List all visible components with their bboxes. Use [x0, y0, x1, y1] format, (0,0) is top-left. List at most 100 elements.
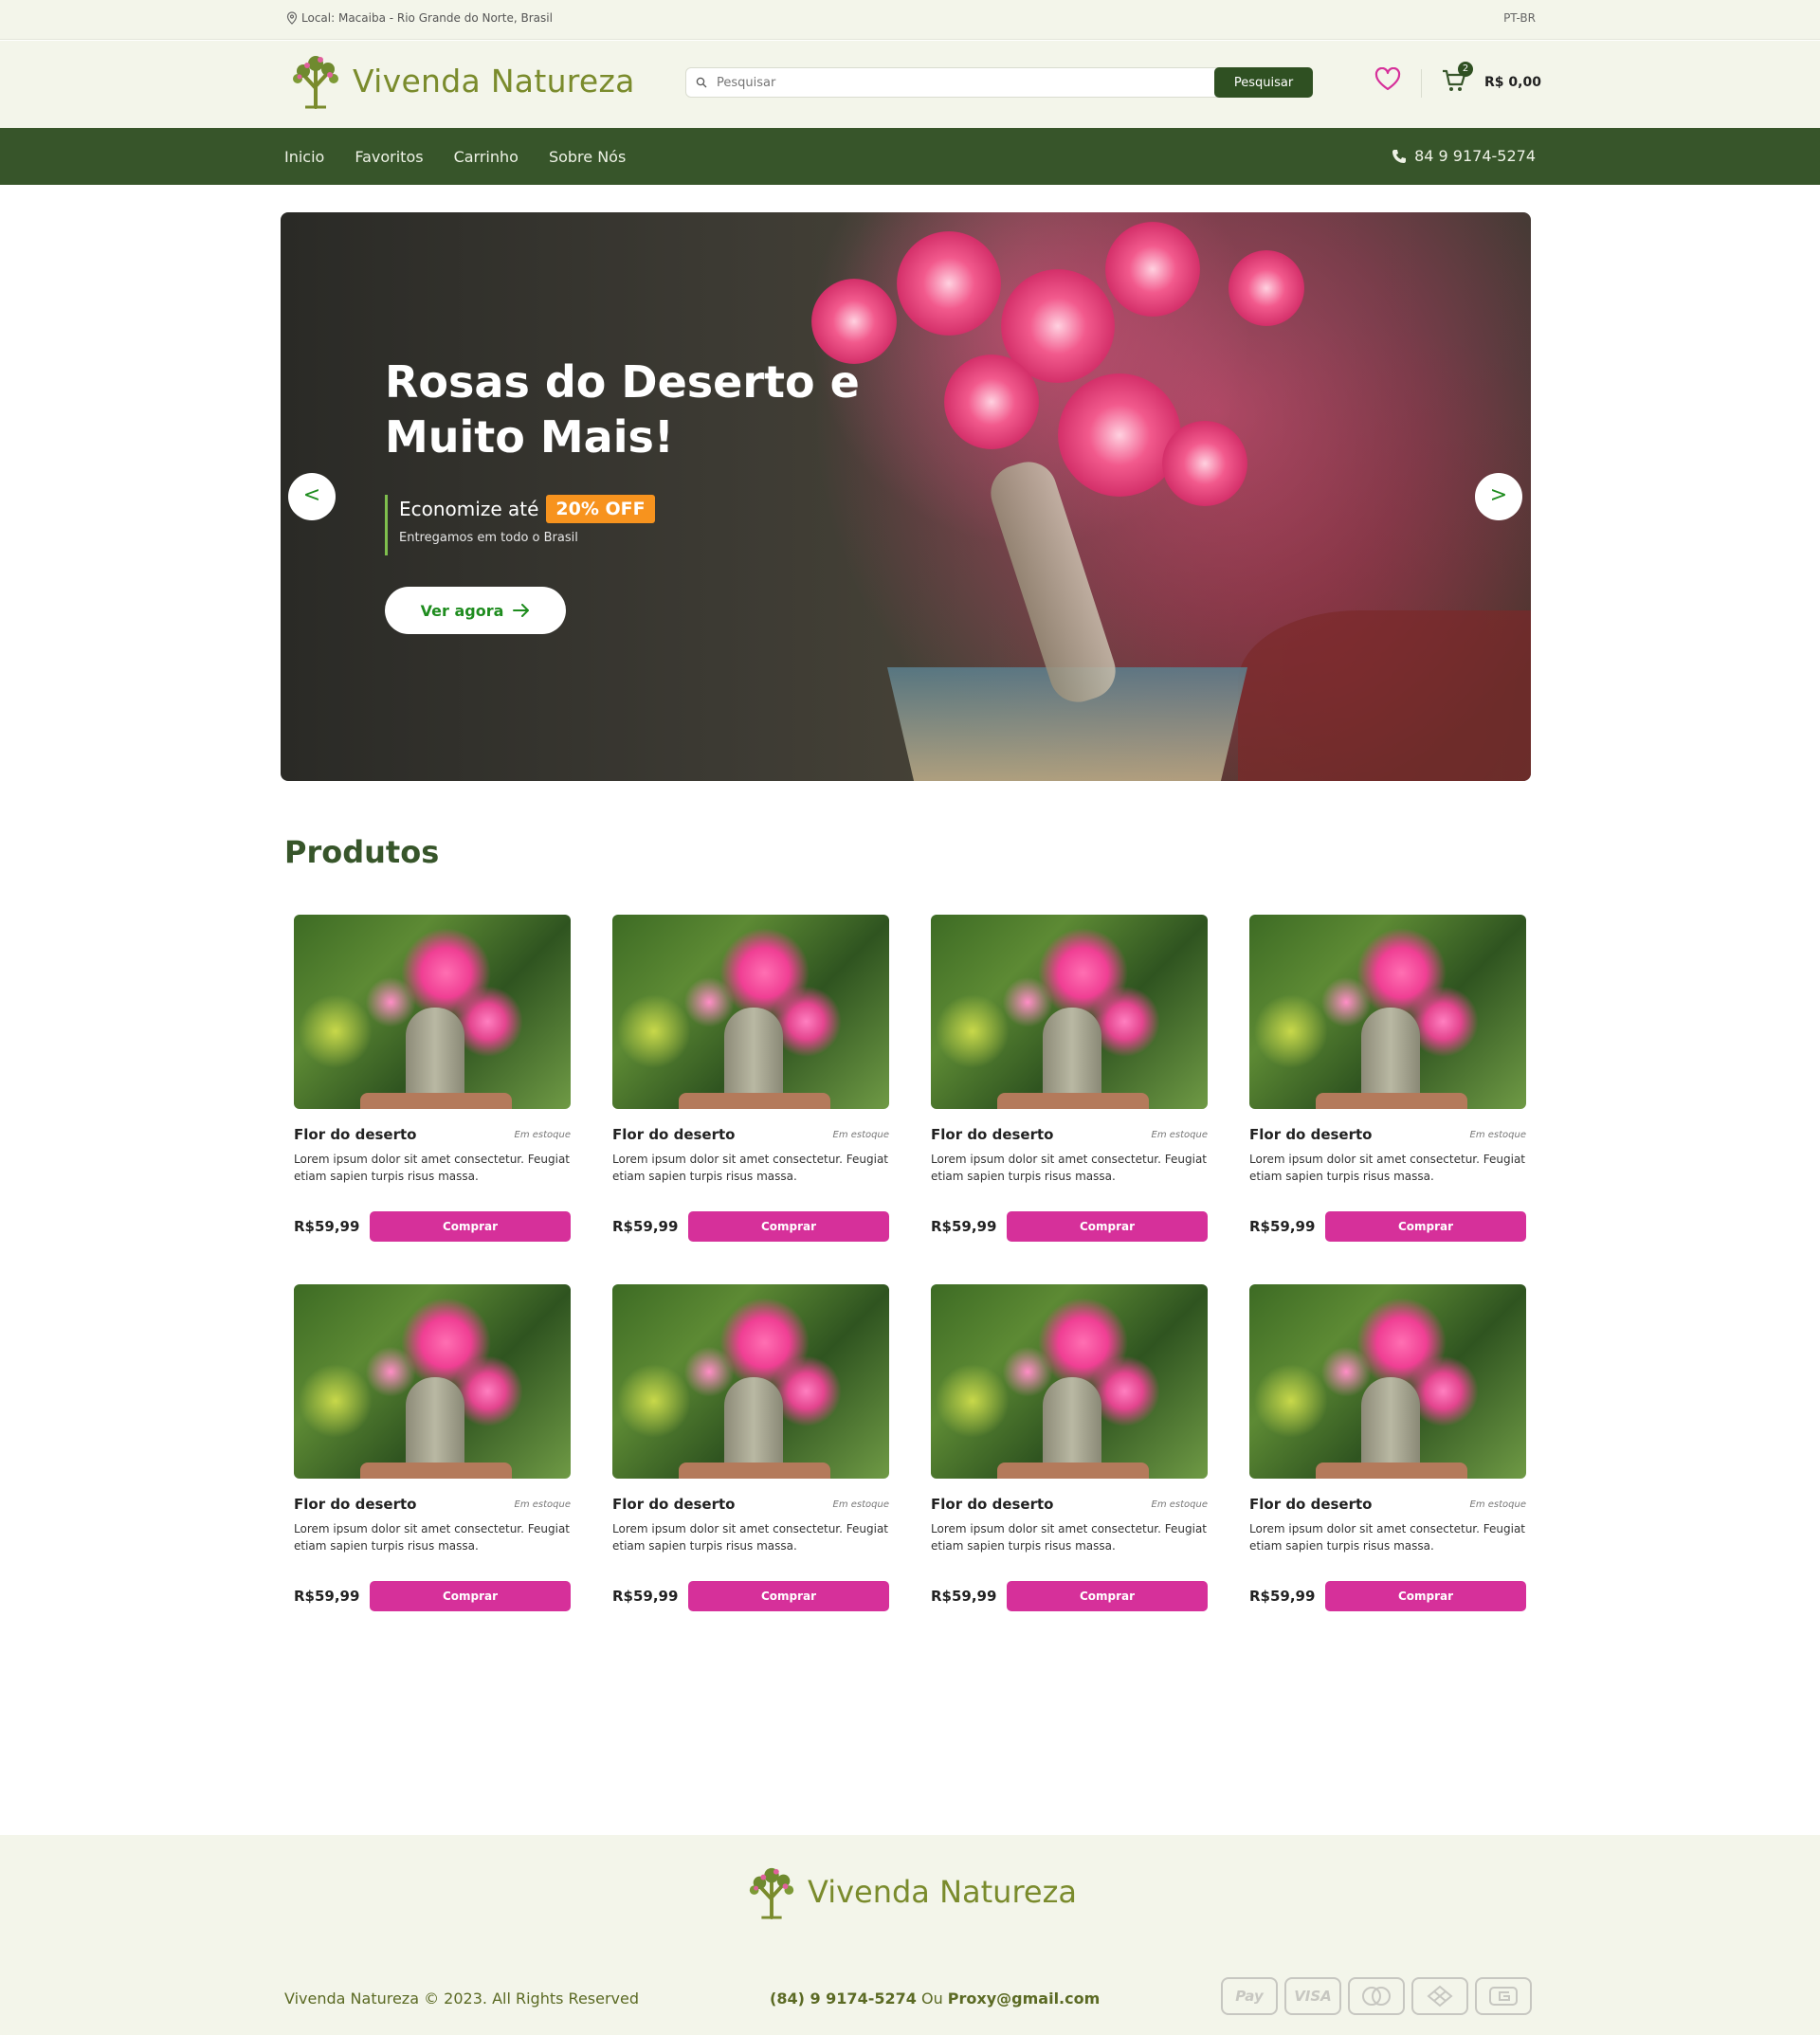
stock-status: Em estoque [832, 1499, 889, 1510]
hero-flower [1162, 421, 1247, 506]
search-button[interactable]: Pesquisar [1214, 67, 1313, 98]
cta-label: Ver agora [420, 601, 504, 620]
product-description: Lorem ipsum dolor sit amet consectetur. … [612, 1522, 888, 1553]
product-description: Lorem ipsum dolor sit amet consectetur. … [1249, 1522, 1525, 1553]
product-description: Lorem ipsum dolor sit amet consectetur. … [931, 1522, 1207, 1553]
product-image[interactable] [294, 915, 571, 1109]
divider [1421, 69, 1422, 98]
products-title: Produtos [284, 834, 440, 870]
product-image[interactable] [1249, 1284, 1526, 1479]
copyright: Vivenda Natureza © 2023. All Rights Rese… [284, 1990, 640, 2008]
buy-button[interactable]: Comprar [1325, 1211, 1526, 1242]
phone-icon [1392, 149, 1407, 163]
buy-button[interactable]: Comprar [688, 1211, 889, 1242]
nav-phone[interactable]: 84 9 9174-5274 [1392, 147, 1536, 165]
product-grid: Flor do deserto Em estoque Lorem ipsum do… [294, 915, 1526, 1654]
arrow-right-icon [513, 604, 530, 617]
hero-promo: Economize até 20% OFF Entregamos em todo… [385, 495, 655, 555]
search-input[interactable] [715, 68, 1208, 97]
hero-subtitle: Entregamos em todo o Brasil [399, 531, 578, 545]
buy-button[interactable]: Comprar [370, 1581, 571, 1611]
footer-logo[interactable]: Vivenda Natureza [745, 1863, 1077, 1920]
nav-item-carrinho[interactable]: Carrinho [454, 148, 519, 166]
footer-email[interactable]: Proxy@gmail.com [948, 1990, 1100, 2008]
cart-total: R$ 0,00 [1484, 75, 1541, 90]
carousel-next-button[interactable]: > [1475, 473, 1522, 520]
search-bar: Pesquisar [685, 67, 1313, 98]
apple-pay-icon: Pay [1221, 1977, 1278, 2015]
heart-icon [1374, 66, 1401, 91]
hero-flower [1228, 250, 1304, 326]
product-name[interactable]: Flor do deserto [294, 1126, 416, 1143]
hero-flower [1105, 222, 1200, 317]
stock-status: Em estoque [514, 1499, 571, 1510]
favorites-button[interactable] [1374, 66, 1401, 96]
product-price: R$59,99 [931, 1588, 997, 1605]
brand-name: Vivenda Natureza [353, 62, 635, 100]
logo[interactable]: Vivenda Natureza [288, 52, 635, 109]
buy-button[interactable]: Comprar [688, 1581, 889, 1611]
stock-status: Em estoque [1151, 1499, 1208, 1510]
phone-number: 84 9 9174-5274 [1414, 147, 1536, 165]
product-description: Lorem ipsum dolor sit amet consectetur. … [1249, 1153, 1525, 1183]
stock-status: Em estoque [514, 1129, 571, 1140]
location: Local: Macaiba - Rio Grande do Norte, Br… [286, 11, 553, 25]
main-nav: Inicio Favoritos Carrinho Sobre Nós 84 9… [0, 128, 1820, 185]
promo-prefix: Economize até [399, 498, 539, 520]
product-price: R$59,99 [612, 1588, 679, 1605]
nav-item-sobre-nos[interactable]: Sobre Nós [549, 148, 626, 166]
product-name[interactable]: Flor do deserto [931, 1496, 1053, 1513]
ver-agora-button[interactable]: Ver agora [385, 587, 566, 634]
product-card: Flor do deserto Em estoque Lorem ipsum do… [1249, 915, 1526, 1284]
generic-card-icon [1475, 1977, 1532, 2015]
product-image[interactable] [294, 1284, 571, 1479]
tree-logo-icon [749, 1867, 794, 1919]
hero-bg-pot [1238, 610, 1531, 781]
diners-icon [1411, 1977, 1468, 2015]
search-icon [696, 77, 707, 88]
cart-count-badge: 2 [1458, 62, 1473, 77]
buy-button[interactable]: Comprar [1007, 1581, 1208, 1611]
carousel-prev-button[interactable]: < [288, 473, 336, 520]
location-text: Local: Macaiba - Rio Grande do Norte, Br… [301, 11, 553, 25]
language-selector[interactable]: PT-BR [1503, 11, 1536, 25]
hero-flower [811, 279, 897, 364]
header: Vivenda Natureza Pesquisar 2 R$ 0,00 [0, 41, 1820, 128]
product-description: Lorem ipsum dolor sit amet consectetur. … [931, 1153, 1207, 1183]
product-price: R$59,99 [1249, 1218, 1316, 1235]
payment-methods: Pay VISA [1221, 1977, 1532, 2015]
top-bar: Local: Macaiba - Rio Grande do Norte, Br… [0, 0, 1820, 40]
buy-button[interactable]: Comprar [1325, 1581, 1526, 1611]
product-price: R$59,99 [294, 1588, 360, 1605]
product-card: Flor do deserto Em estoque Lorem ipsum do… [294, 1284, 571, 1654]
product-card: Flor do deserto Em estoque Lorem ipsum do… [612, 915, 889, 1284]
product-image[interactable] [1249, 915, 1526, 1109]
product-card: Flor do deserto Em estoque Lorem ipsum do… [1249, 1284, 1526, 1654]
nav-item-inicio[interactable]: Inicio [284, 148, 324, 166]
product-description: Lorem ipsum dolor sit amet consectetur. … [294, 1522, 570, 1553]
stock-status: Em estoque [832, 1129, 889, 1140]
footer-phone[interactable]: (84) 9 9174-5274 [770, 1990, 917, 2008]
product-name[interactable]: Flor do deserto [612, 1126, 735, 1143]
product-name[interactable]: Flor do deserto [1249, 1496, 1372, 1513]
product-image[interactable] [612, 915, 889, 1109]
product-name[interactable]: Flor do deserto [612, 1496, 735, 1513]
cart-button[interactable]: 2 [1441, 62, 1473, 98]
promo-badge: 20% OFF [546, 495, 655, 523]
product-image[interactable] [931, 915, 1208, 1109]
nav-item-favoritos[interactable]: Favoritos [355, 148, 423, 166]
product-image[interactable] [612, 1284, 889, 1479]
product-name[interactable]: Flor do deserto [931, 1126, 1053, 1143]
stock-status: Em estoque [1151, 1129, 1208, 1140]
product-name[interactable]: Flor do deserto [1249, 1126, 1372, 1143]
buy-button[interactable]: Comprar [1007, 1211, 1208, 1242]
product-price: R$59,99 [294, 1218, 360, 1235]
product-image[interactable] [931, 1284, 1208, 1479]
buy-button[interactable]: Comprar [370, 1211, 571, 1242]
product-card: Flor do deserto Em estoque Lorem ipsum do… [931, 1284, 1208, 1654]
stock-status: Em estoque [1469, 1499, 1526, 1510]
product-name[interactable]: Flor do deserto [294, 1496, 416, 1513]
stock-status: Em estoque [1469, 1129, 1526, 1140]
footer-contact: (84) 9 9174-5274 Ou Proxy@gmail.com [770, 1990, 1100, 2008]
product-card: Flor do deserto Em estoque Lorem ipsum do… [294, 915, 571, 1284]
